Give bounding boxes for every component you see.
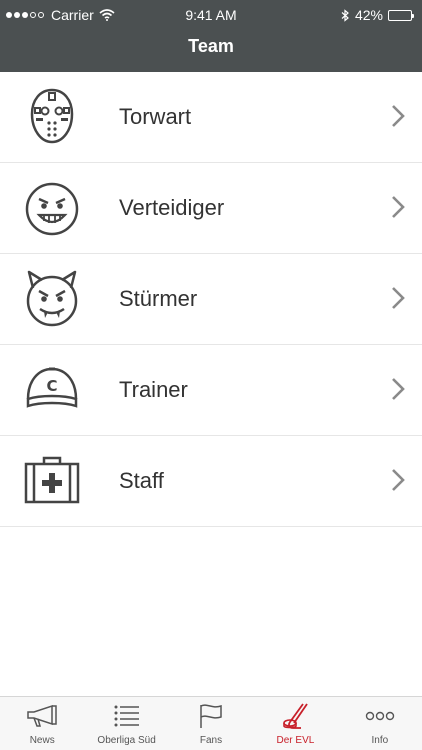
more-icon bbox=[365, 711, 395, 721]
bluetooth-icon bbox=[341, 8, 349, 22]
battery-icon bbox=[388, 9, 414, 21]
chevron-right-icon bbox=[392, 469, 405, 491]
list-item-stuermer[interactable]: Stürmer bbox=[0, 254, 422, 345]
hockey-stick-icon bbox=[283, 703, 309, 729]
grinning-face-icon bbox=[25, 182, 79, 236]
chevron-right-icon bbox=[392, 287, 405, 309]
battery-percent: 42% bbox=[354, 7, 383, 23]
page-title: Team bbox=[188, 36, 234, 56]
tab-bar: News Oberliga Süd Fans Der EVL Info bbox=[0, 696, 422, 750]
first-aid-kit-icon bbox=[24, 456, 80, 504]
chevron-right-icon bbox=[392, 105, 405, 127]
list-item-staff[interactable]: Staff bbox=[0, 436, 422, 527]
tab-label: News bbox=[29, 735, 55, 746]
tab-label: Oberliga Süd bbox=[97, 735, 156, 746]
goalie-mask-icon bbox=[30, 88, 74, 144]
row-label: Stürmer bbox=[119, 286, 198, 311]
row-label: Verteidiger bbox=[119, 195, 225, 220]
list-item-verteidiger[interactable]: Verteidiger bbox=[0, 163, 422, 254]
status-bar: Carrier 9:41 AM 42% bbox=[0, 0, 422, 30]
tab-info[interactable]: Info bbox=[338, 697, 422, 750]
megaphone-icon bbox=[27, 704, 57, 727]
list-item-trainer[interactable]: C Trainer bbox=[0, 345, 422, 436]
tab-label: Der EVL bbox=[276, 735, 315, 746]
tab-oberliga-sued[interactable]: Oberliga Süd bbox=[84, 697, 168, 750]
tab-label: Info bbox=[371, 735, 389, 746]
flag-icon bbox=[200, 704, 222, 728]
list-item-torwart[interactable]: Torwart bbox=[0, 72, 422, 163]
row-label: Staff bbox=[119, 468, 164, 493]
devil-face-icon bbox=[26, 270, 78, 327]
team-list: Torwart Verteidiger Stürmer C Trainer St… bbox=[0, 72, 422, 527]
tab-fans[interactable]: Fans bbox=[169, 697, 253, 750]
chevron-right-icon bbox=[392, 378, 405, 400]
row-label: Trainer bbox=[119, 377, 188, 402]
tab-der-evl[interactable]: Der EVL bbox=[253, 697, 337, 750]
chevron-right-icon bbox=[392, 196, 405, 218]
svg-text:C: C bbox=[46, 377, 57, 395]
tab-news[interactable]: News bbox=[0, 697, 84, 750]
nav-bar: Carrier 9:41 AM 42% Team bbox=[0, 0, 422, 72]
cap-icon: C bbox=[26, 367, 78, 408]
list-icon bbox=[114, 705, 139, 727]
row-label: Torwart bbox=[119, 104, 192, 129]
tab-label: Fans bbox=[199, 735, 223, 746]
